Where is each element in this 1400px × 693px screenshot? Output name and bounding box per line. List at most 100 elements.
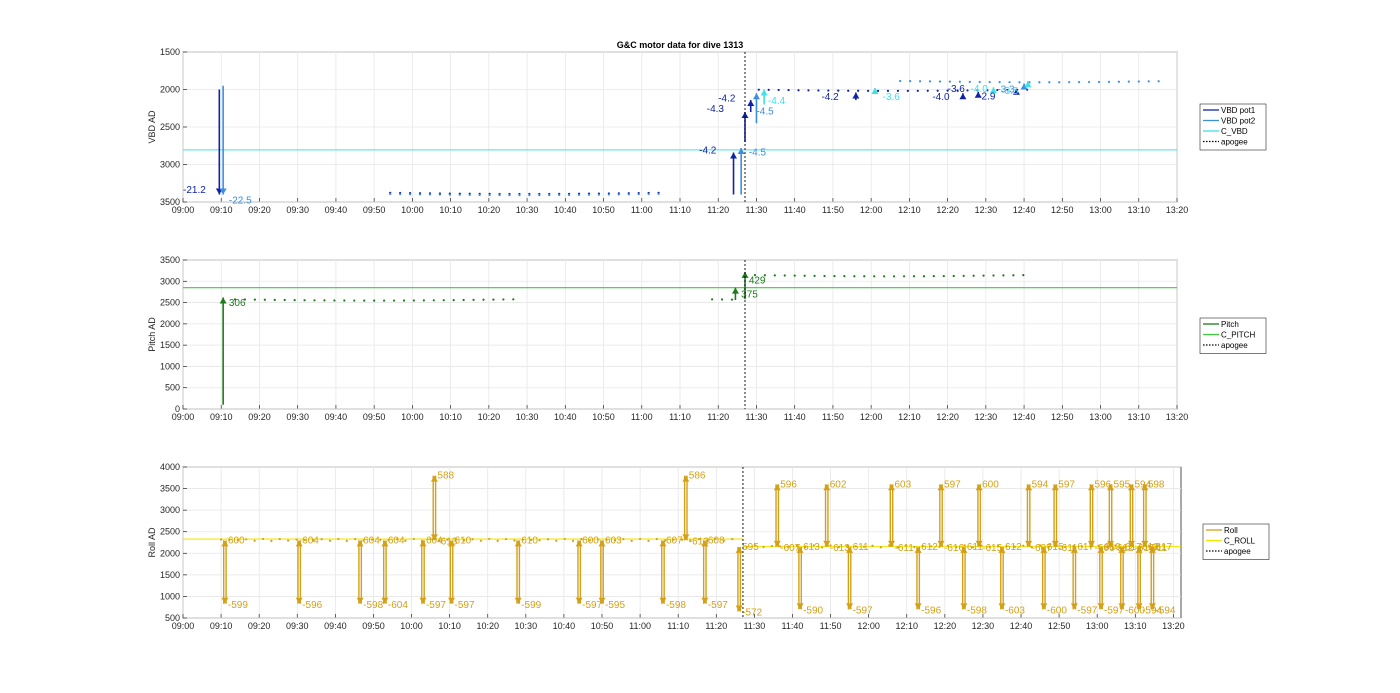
data-point <box>546 538 550 541</box>
x-tick-label: 13:20 <box>1162 621 1185 631</box>
x-tick-label: 11:30 <box>743 621 765 631</box>
annotation-label: 588 <box>437 471 454 482</box>
x-tick-label: 09:20 <box>248 621 271 631</box>
data-point <box>1117 80 1120 83</box>
data-point <box>295 538 298 541</box>
data-point <box>313 299 316 302</box>
x-tick-label: 11:50 <box>822 412 844 422</box>
data-point <box>452 298 455 302</box>
data-point <box>337 537 340 541</box>
data-point <box>853 275 856 278</box>
y-axis-label: Roll AD <box>147 527 157 558</box>
data-point <box>952 274 955 278</box>
annotation-label: 598 <box>1148 479 1165 490</box>
annotation-label: -598 <box>666 600 686 611</box>
data-point <box>472 298 475 301</box>
x-tick-label: 12:10 <box>895 621 918 631</box>
y-tick-label: 3500 <box>160 255 180 265</box>
data-point <box>823 274 826 278</box>
data-point <box>496 539 499 542</box>
y-tick-label: 500 <box>165 383 180 393</box>
y-axis-label: Pitch AD <box>147 317 157 352</box>
data-point <box>538 539 541 542</box>
annotation-label: 429 <box>749 275 766 286</box>
x-tick-label: 10:50 <box>592 205 615 215</box>
data-point <box>787 88 790 92</box>
x-tick-label: 12:30 <box>975 205 998 215</box>
data-point <box>392 299 396 302</box>
y-tick-label: 3500 <box>160 197 180 207</box>
data-point <box>932 275 935 278</box>
data-point <box>563 537 566 541</box>
x-tick-label: 13:00 <box>1086 621 1109 631</box>
data-point <box>548 193 551 197</box>
x-tick-label: 11:30 <box>746 412 768 422</box>
x-tick-label: 09:50 <box>362 621 385 631</box>
x-tick-label: 12:40 <box>1013 412 1036 422</box>
x-tick-label: 11:00 <box>629 621 651 631</box>
annotation-label: -596 <box>921 605 941 616</box>
annotation-label: -611 <box>895 543 915 554</box>
data-point <box>998 81 1001 84</box>
x-tick-label: 09:30 <box>286 412 309 422</box>
data-point <box>219 538 223 541</box>
annotation-label: -596 <box>302 600 322 611</box>
data-point <box>899 79 902 83</box>
data-point <box>879 546 882 549</box>
annotation-label: -4.2 <box>699 145 717 156</box>
annotation-label: -595 <box>605 600 625 611</box>
y-tick-label: 1500 <box>160 340 180 350</box>
data-point <box>303 299 306 302</box>
data-point <box>432 299 435 302</box>
data-point <box>968 80 971 83</box>
data-point <box>657 192 660 196</box>
data-point <box>637 193 640 196</box>
annotation-label: -599 <box>521 600 541 611</box>
annotation-label: 600 <box>982 479 999 490</box>
annotation-label: -599 <box>228 600 248 611</box>
data-point <box>843 275 846 278</box>
annotation-label: 612 <box>921 542 938 553</box>
data-point <box>438 193 442 196</box>
annotation-label: -21.2 <box>183 185 206 196</box>
x-tick-label: 11:40 <box>784 412 806 422</box>
data-point <box>807 89 810 92</box>
data-point <box>892 275 896 278</box>
annotation-label: -598 <box>363 600 383 611</box>
x-tick-label: 13:10 <box>1128 412 1151 422</box>
x-tick-label: 13:10 <box>1128 205 1151 215</box>
data-point <box>382 299 386 302</box>
data-point <box>607 193 610 196</box>
data-point <box>287 539 290 542</box>
x-tick-label: 13:00 <box>1089 205 1112 215</box>
x-tick-label: 09:30 <box>286 621 309 631</box>
data-point <box>630 539 633 542</box>
data-point <box>412 537 415 541</box>
annotation-label: -4.2 <box>821 92 839 103</box>
annotation-label: -4.5 <box>756 106 774 117</box>
annotation-label: -3.6 <box>883 92 901 103</box>
annotation-label: -604 <box>388 600 408 611</box>
annotation-label: 604 <box>388 535 405 546</box>
legend-label: VBD pot2 <box>1221 117 1256 126</box>
x-tick-label: 13:20 <box>1166 412 1189 422</box>
x-tick-label: 10:00 <box>401 412 424 422</box>
figure: G&C motor data for dive 1313 09:00 09:10 0… <box>0 0 1400 693</box>
data-point <box>328 539 332 542</box>
annotation-label: -4.2 <box>718 94 736 105</box>
data-point <box>803 274 806 277</box>
data-point <box>571 539 575 542</box>
x-tick-label: 11:20 <box>707 205 729 215</box>
data-point <box>627 193 630 196</box>
data-point <box>253 539 256 542</box>
data-point <box>1157 80 1160 83</box>
data-point <box>731 538 734 541</box>
subplots: 09:00 09:10 09:20 09:30 09:40 09:50 10:00 10:10… <box>147 47 1270 631</box>
data-point <box>1068 81 1071 84</box>
annotation-label: 610 <box>455 535 472 546</box>
annotation-label: 596 <box>780 479 797 490</box>
annotation-label: 604 <box>363 535 380 546</box>
data-point <box>1147 80 1150 83</box>
data-point <box>412 299 416 302</box>
data-point <box>617 193 620 196</box>
